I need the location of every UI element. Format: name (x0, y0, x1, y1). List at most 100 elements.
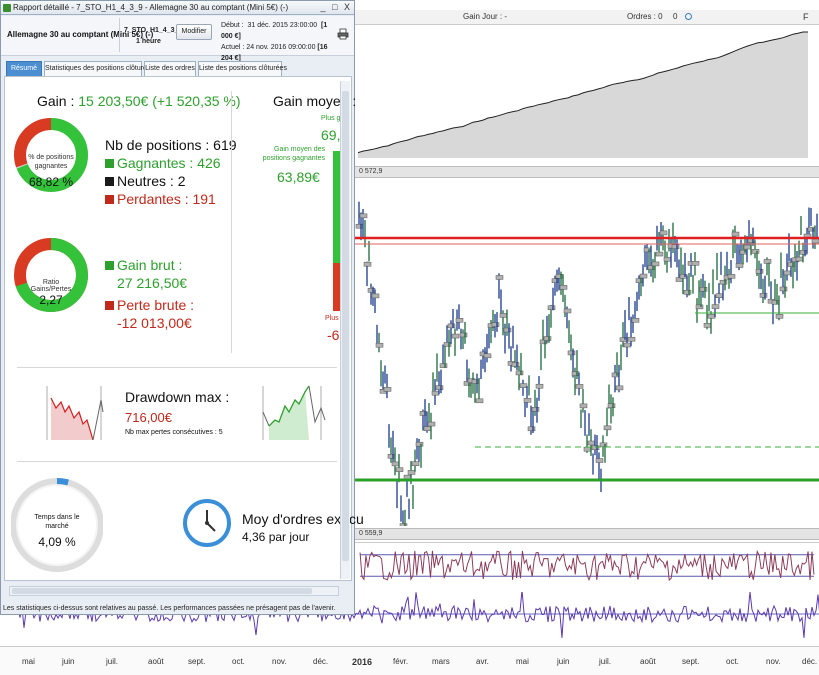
system-period: 1 heure (136, 38, 161, 45)
month-label: nov. (272, 657, 287, 666)
tab-order-list[interactable]: Liste des ordres (144, 61, 196, 76)
month-label: déc. (802, 657, 818, 666)
gross-gain-swatch (105, 261, 114, 270)
price-scale-bar-bottom: 0 559,9 (355, 528, 819, 540)
vertical-scrollbar[interactable] (340, 81, 350, 579)
winning-row: Gagnantes : 426 (105, 155, 221, 171)
vertical-scrollbar-thumb[interactable] (342, 91, 349, 561)
tab-bar: Résumé Statistiques des positions clôtur… (4, 61, 354, 76)
month-label: août (640, 657, 656, 666)
window-controls: _ □ X (317, 2, 351, 12)
winning-swatch (105, 159, 114, 168)
gross-loss-value: -12 013,00€ (117, 315, 192, 331)
drawdown-loss-chart (46, 386, 104, 441)
losing-row: Perdantes : 191 (105, 191, 216, 207)
losing-count: Perdantes : 191 (117, 191, 216, 207)
time-in-market-label: Temps dans le marché (34, 514, 80, 530)
month-label: sept. (682, 657, 700, 666)
info-row: Allemagne 30 au comptant (Mini 5€) (-) 7… (1, 16, 354, 62)
price-chart-panel (355, 201, 819, 526)
gain-label: Gain : (37, 93, 75, 109)
drawdown-value: 716,00€ (125, 410, 172, 425)
section-divider-vertical (231, 91, 232, 353)
losing-swatch (105, 195, 114, 204)
modify-button[interactable]: Modifier (176, 24, 212, 40)
month-label: août (148, 657, 164, 666)
chart-top-ctl[interactable]: F (803, 12, 809, 22)
drawdown-gain-chart (262, 385, 326, 440)
horizontal-scrollbar-thumb[interactable] (12, 588, 312, 594)
month-label: mai (516, 657, 529, 666)
time-axis: mai juin juil. août sept. oct. nov. déc.… (0, 646, 819, 675)
current-date: 24 nov. 2016 09:00:00 (246, 44, 316, 51)
month-label: déc. (313, 657, 329, 666)
scale-label-bottom: 0 559,9 (359, 530, 383, 537)
chart-top-bar: Gain Jour : - Ordres : 0 0 F (355, 10, 819, 25)
month-label: févr. (393, 657, 409, 666)
orders-link-icon[interactable] (685, 13, 692, 20)
month-label: juil. (599, 657, 612, 666)
gain-day-label: Gain Jour : - (463, 12, 508, 21)
window-title: Rapport détaillé - 7_STO_H1_4_3_9 - Alle… (13, 3, 289, 12)
month-label: avr. (476, 657, 489, 666)
gross-loss-swatch (105, 301, 114, 310)
start-label: Début : (221, 22, 244, 29)
avg-orders-value: 4,36 par jour (242, 530, 310, 544)
ratio-value: 2,27 (39, 293, 63, 307)
month-label: mars (432, 657, 450, 666)
equity-area (358, 32, 808, 158)
summary-panel: Gain : 15 203,50€ (+1 520,35 %) % de pos… (4, 76, 364, 581)
consecutive-losses: Nb max pertes consécutives : 5 (125, 429, 223, 436)
gain-row: Gain : 15 203,50€ (+1 520,35 %) (37, 93, 241, 109)
close-icon[interactable]: X (344, 2, 350, 12)
title-bar[interactable]: Rapport détaillé - 7_STO_H1_4_3_9 - Alle… (1, 1, 354, 15)
tab-closed-position-stats[interactable]: Statistiques des positions clôturées (44, 61, 154, 76)
maximize-icon[interactable]: □ (332, 2, 337, 12)
winning-pct-label: % de positions gagnantes (28, 154, 74, 170)
system-box: 7_STO_H1_4_3_9 1 heure (119, 18, 182, 52)
neutral-row: Neutres : 2 (105, 173, 185, 189)
price-candles (355, 201, 819, 526)
report-window[interactable]: Rapport détaillé - 7_STO_H1_4_3_9 - Alle… (0, 0, 364, 615)
month-label: sept. (188, 657, 206, 666)
time-in-market-value: 4,09 % (38, 535, 76, 549)
orders-count: 0 (673, 12, 678, 21)
avg-gain-label: Gain moyen des positions gagnantes (262, 146, 325, 162)
scale-label-top: 0 572,9 (359, 168, 383, 175)
month-label: mai (22, 657, 35, 666)
section-divider-horizontal (17, 367, 337, 368)
print-icon[interactable] (337, 28, 349, 40)
gross-gain-value: 27 216,50€ (117, 275, 188, 291)
oscillator-panel-1 (355, 542, 819, 582)
month-label: nov. (766, 657, 781, 666)
month-label: oct. (232, 657, 245, 666)
month-label: juil. (106, 657, 119, 666)
winning-pct-value: 68,82 % (28, 175, 74, 189)
horizontal-scrollbar[interactable] (9, 586, 339, 596)
gross-loss-label: Perte brute : (117, 297, 195, 313)
clock-icon (183, 499, 231, 547)
equity-curve-panel (358, 26, 808, 158)
gain-value: 15 203,50€ (+1 520,35 %) (78, 93, 241, 109)
month-label: juin (62, 657, 75, 666)
neutral-swatch (105, 177, 114, 186)
month-label: oct. (726, 657, 739, 666)
system-name: 7_STO_H1_4_3_9 (124, 27, 183, 34)
month-label: juin (557, 657, 570, 666)
drawdown-label: Drawdown max : (125, 389, 230, 405)
gross-gain-label: Gain brut : (117, 257, 183, 273)
disclaimer: Les statistiques ci-dessus sont relative… (3, 605, 336, 612)
positions-count: Nb de positions : 619 (105, 137, 237, 153)
year-label: 2016 (352, 657, 373, 667)
start-date: 31 déc. 2015 23:00:00 (247, 22, 318, 29)
winning-count: Gagnantes : 426 (117, 155, 221, 171)
neutral-count: Neutres : 2 (117, 173, 186, 189)
tab-closed-position-list[interactable]: Liste des positions clôturées (198, 61, 287, 76)
tab-summary[interactable]: Résumé (6, 61, 42, 76)
gross-gain-row: Gain brut : (105, 257, 182, 273)
ratio-label: Ratio Gains/Pertes (30, 279, 72, 293)
price-scale-bar-top: 0 572,9 (355, 166, 819, 178)
section-divider-horizontal-2 (17, 461, 337, 462)
minimize-icon[interactable]: _ (321, 2, 326, 12)
gross-loss-row: Perte brute : (105, 297, 194, 313)
